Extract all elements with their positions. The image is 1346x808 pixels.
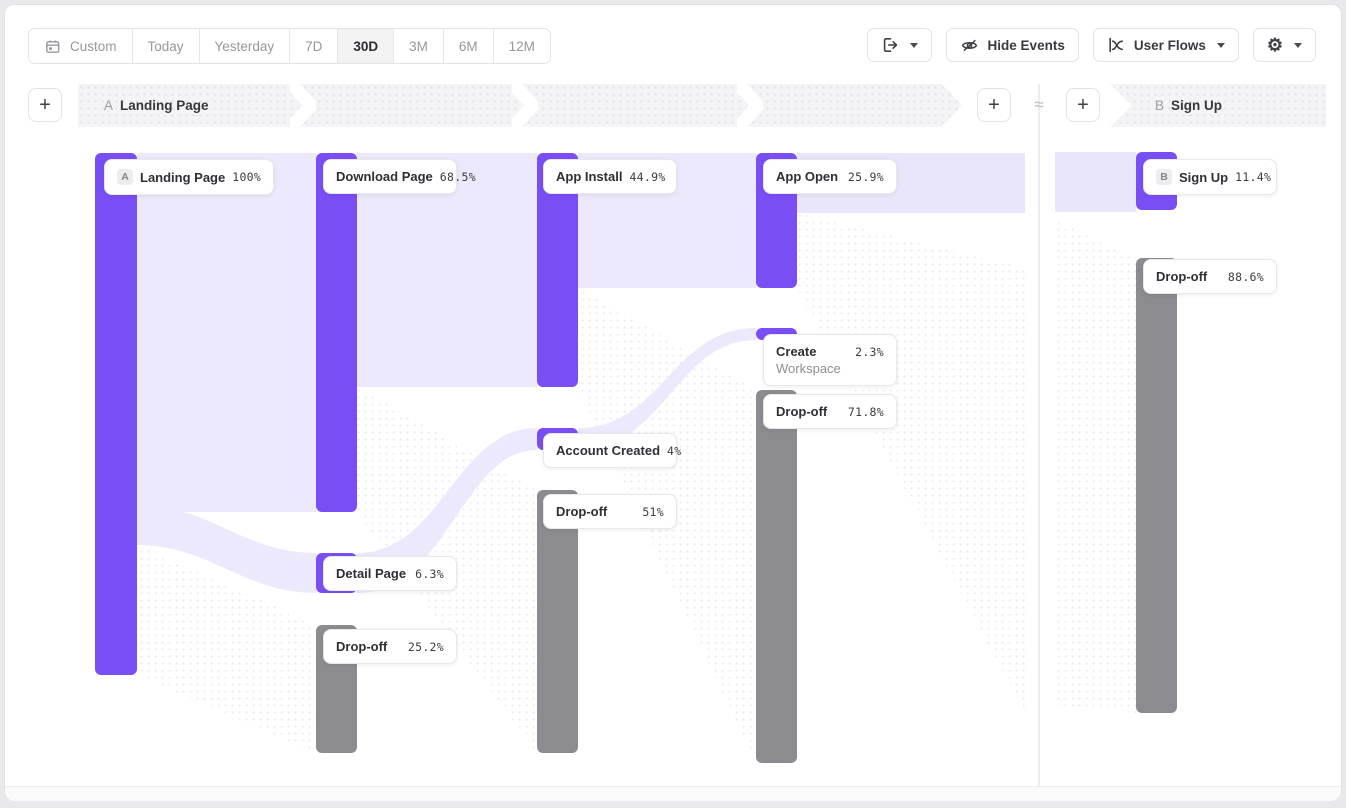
- hide-events-label: Hide Events: [988, 38, 1065, 53]
- node-bar-dropoff-sign-up[interactable]: [1136, 258, 1177, 713]
- export-button[interactable]: [867, 28, 932, 62]
- settings-button[interactable]: ⚙: [1253, 28, 1316, 62]
- range-custom[interactable]: Custom: [29, 29, 133, 63]
- node-label-dropoff-step4[interactable]: Drop-off 71.8%: [763, 394, 897, 429]
- export-icon: [881, 36, 899, 54]
- flow-b-start-label: B Sign Up: [1155, 98, 1222, 113]
- range-today[interactable]: Today: [133, 29, 200, 63]
- report-actions: Hide Events User Flows ⚙: [867, 28, 1316, 62]
- eye-off-icon: [960, 36, 979, 55]
- node-bar-dropoff-step4[interactable]: [756, 390, 797, 763]
- node-bar-dropoff-step3[interactable]: [537, 490, 578, 753]
- flow-badge-b: B: [1156, 169, 1172, 185]
- hide-events-button[interactable]: Hide Events: [946, 28, 1079, 62]
- flow-sign-up-in[interactable]: [1055, 152, 1136, 212]
- node-label-app-install[interactable]: App Install 44.9%: [543, 159, 677, 194]
- horizontal-scrollbar-track[interactable]: [5, 786, 1341, 801]
- range-yesterday[interactable]: Yesterday: [200, 29, 291, 63]
- flow-badge-a: A: [117, 169, 133, 185]
- step-separator-chevron: [290, 84, 316, 127]
- flows-chart-icon: [1107, 36, 1125, 54]
- node-label-download-page[interactable]: Download Page 68.5%: [323, 159, 457, 194]
- dropoff-flow-sign-up: [1055, 220, 1136, 713]
- flow-a-step-band[interactable]: A Landing Page: [78, 84, 962, 127]
- gear-icon: ⚙: [1267, 36, 1283, 54]
- range-3m[interactable]: 3M: [394, 29, 444, 63]
- node-label-detail-page[interactable]: Detail Page 6.3%: [323, 556, 457, 591]
- view-selector-button[interactable]: User Flows: [1093, 28, 1239, 62]
- flow-connector-approx: ≈: [1026, 88, 1052, 122]
- date-range-control: Custom Today Yesterday 7D 30D 3M 6M 12M: [28, 28, 551, 64]
- node-bar-download-page[interactable]: [316, 153, 357, 512]
- flow-landing-download[interactable]: [137, 153, 316, 512]
- user-flows-page: Custom Today Yesterday 7D 30D 3M 6M 12M …: [0, 0, 1346, 808]
- node-label-landing-page[interactable]: A Landing Page 100%: [104, 159, 274, 195]
- flow-letter-b: B: [1155, 98, 1164, 113]
- range-30d[interactable]: 30D: [338, 29, 394, 63]
- node-label-account-created[interactable]: Account Created 4%: [543, 433, 677, 468]
- flow-letter-a: A: [104, 98, 113, 113]
- range-7d[interactable]: 7D: [290, 29, 338, 63]
- add-step-button-a[interactable]: +: [28, 88, 62, 122]
- node-bar-landing-page[interactable]: [95, 153, 137, 675]
- node-label-dropoff-step2[interactable]: Drop-off 25.2%: [323, 629, 457, 664]
- range-12m[interactable]: 12M: [494, 29, 550, 63]
- step-separator-chevron: [737, 84, 763, 127]
- node-label-app-open[interactable]: App Open 25.9%: [763, 159, 897, 194]
- add-step-button-a-end[interactable]: +: [977, 88, 1011, 122]
- range-6m[interactable]: 6M: [444, 29, 494, 63]
- chevron-down-icon: [910, 43, 918, 48]
- node-label-dropoff-sign-up[interactable]: Drop-off 88.6%: [1143, 259, 1277, 294]
- chevron-down-icon: [1217, 43, 1225, 48]
- chevron-down-icon: [1294, 43, 1302, 48]
- flow-b-step-band[interactable]: B Sign Up: [1110, 84, 1326, 127]
- dropoff-flow-app-open: [797, 213, 1025, 713]
- node-label-dropoff-step3[interactable]: Drop-off 51%: [543, 494, 677, 529]
- node-label-create-workspace[interactable]: Create 2.3% Workspace: [763, 334, 897, 386]
- range-label: Custom: [70, 39, 117, 54]
- node-label-sign-up[interactable]: B Sign Up 11.4%: [1143, 159, 1277, 195]
- calendar-icon: [44, 38, 61, 55]
- flow-a-start-label: A Landing Page: [104, 98, 209, 113]
- view-selector-label: User Flows: [1134, 38, 1206, 53]
- add-step-button-b[interactable]: +: [1066, 88, 1100, 122]
- step-separator-chevron: [512, 84, 538, 127]
